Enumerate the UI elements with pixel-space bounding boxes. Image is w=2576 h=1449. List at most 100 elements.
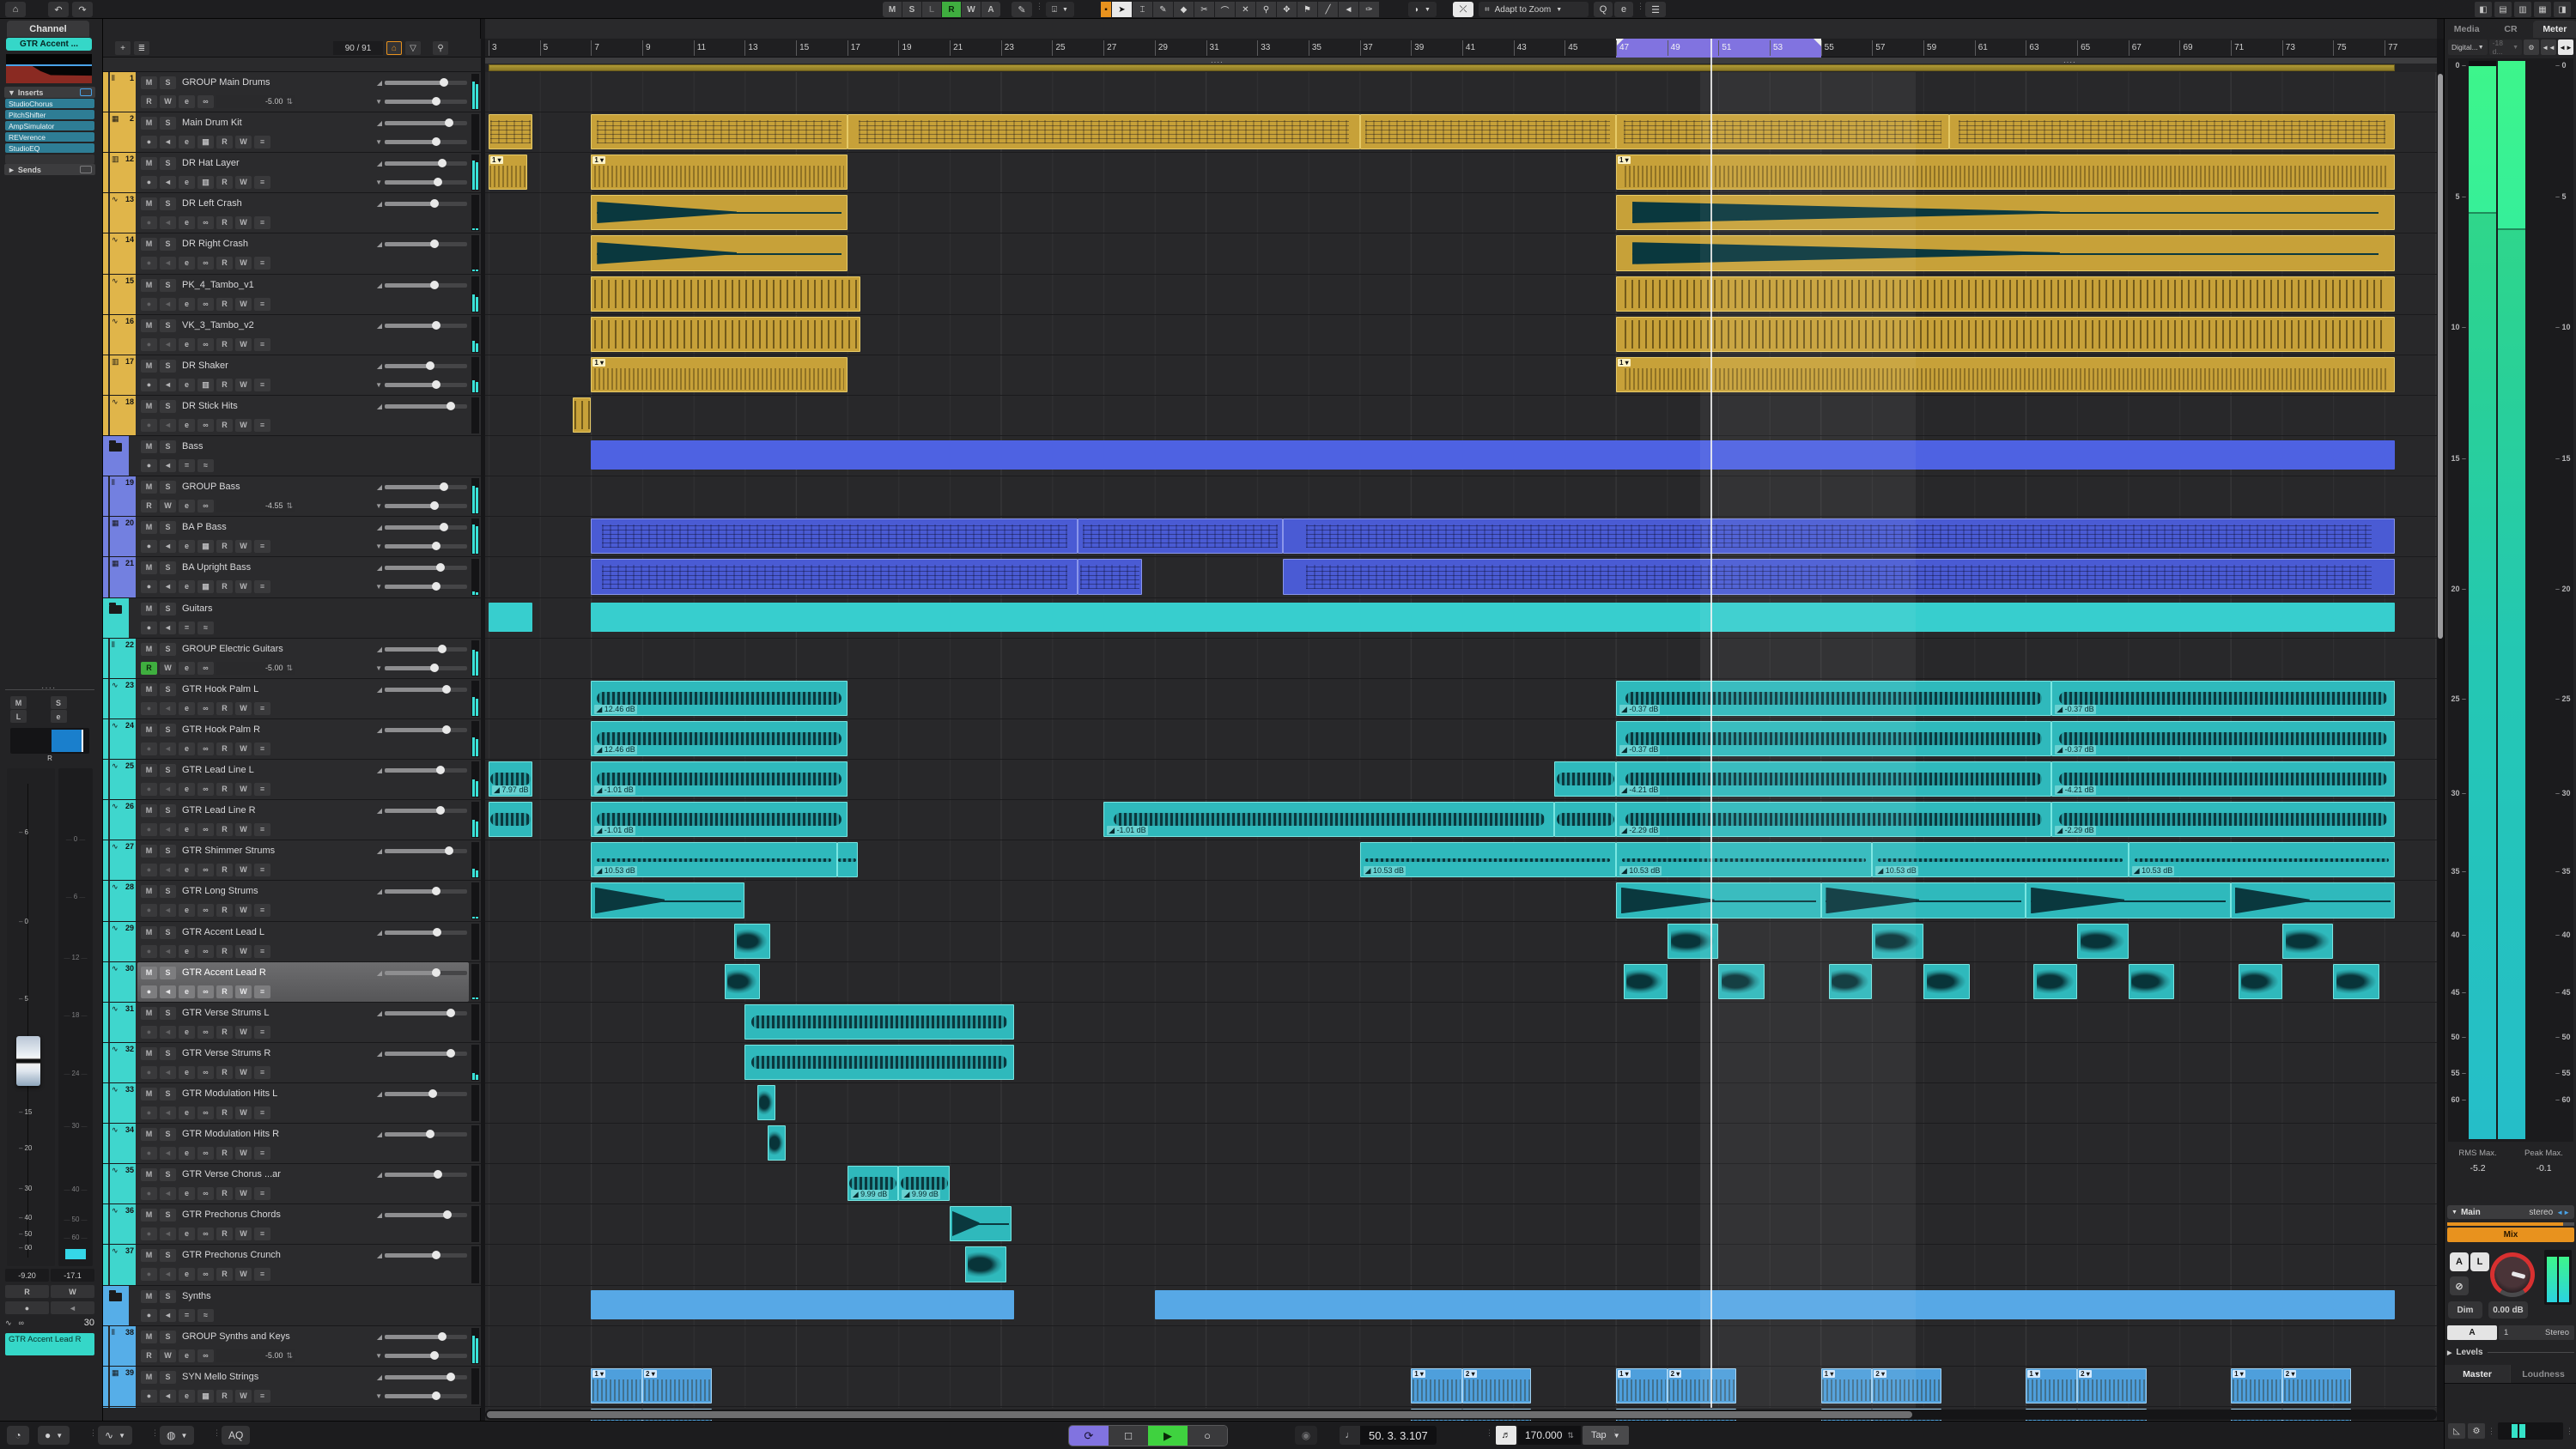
record-enable-button[interactable]: ● bbox=[141, 580, 157, 593]
edit-channel-button[interactable]: e bbox=[179, 945, 195, 958]
lane-display-button[interactable]: ≡ bbox=[254, 298, 270, 311]
bypass-inserts-button[interactable]: ∞ bbox=[197, 1228, 214, 1240]
zoom-tool[interactable]: ⚲ bbox=[1256, 2, 1276, 17]
monitor-button[interactable]: ◄ bbox=[160, 419, 176, 432]
event-clip[interactable]: ◢ 9.99 dB bbox=[898, 1166, 950, 1201]
event-clip[interactable]: 1 ▾ bbox=[591, 357, 847, 392]
solo-button[interactable]: S bbox=[160, 1007, 176, 1020]
event-clip[interactable] bbox=[591, 317, 860, 352]
event-clip[interactable] bbox=[768, 1125, 786, 1161]
channel-e-button[interactable]: e bbox=[51, 710, 67, 723]
volume-slider[interactable] bbox=[385, 647, 467, 652]
read-automation-button[interactable]: R bbox=[216, 783, 233, 796]
write-automation-button[interactable]: W bbox=[235, 419, 252, 432]
record-enable-button[interactable]: ● bbox=[141, 419, 157, 432]
monitor-button[interactable]: ◄ bbox=[160, 338, 176, 351]
loop-number-badge[interactable]: 1 ▾ bbox=[592, 1370, 605, 1378]
bypass-inserts-button[interactable]: ∞ bbox=[197, 1349, 214, 1362]
channel-m-button[interactable]: M bbox=[10, 696, 27, 709]
event-clip[interactable] bbox=[2129, 964, 2175, 999]
lane-display-button[interactable]: ≡ bbox=[254, 702, 270, 715]
channel-tab[interactable]: Channel bbox=[7, 21, 89, 37]
loop-number-badge[interactable]: 1 ▾ bbox=[490, 156, 503, 164]
mute-button[interactable]: M bbox=[141, 360, 157, 373]
solo-button[interactable]: S bbox=[160, 319, 176, 332]
tempo-value[interactable]: 170.000⇅ bbox=[1518, 1426, 1581, 1445]
edit-channel-button[interactable]: e bbox=[179, 1390, 195, 1403]
channel-s-button[interactable]: S bbox=[51, 696, 67, 709]
channel-l-button[interactable]: L bbox=[10, 710, 27, 723]
monitor-button[interactable]: ◄ bbox=[160, 904, 176, 917]
mute-tool[interactable]: ✕ bbox=[1236, 2, 1255, 17]
event-clip[interactable] bbox=[591, 235, 847, 271]
record-enable-button[interactable]: ● bbox=[141, 985, 157, 998]
read-automation-button[interactable]: R bbox=[216, 823, 233, 836]
read-automation-button[interactable]: R bbox=[216, 1268, 233, 1281]
mute-button[interactable]: M bbox=[141, 683, 157, 696]
comp-tool[interactable]: ✑ bbox=[1359, 2, 1379, 17]
solo-button[interactable]: S bbox=[160, 724, 176, 737]
lane-display-button[interactable]: ≡ bbox=[254, 1187, 270, 1200]
horizontal-scrollbar[interactable] bbox=[485, 1410, 2437, 1420]
lane-display-button[interactable]: ≡ bbox=[254, 904, 270, 917]
midi-record-mode-dropdown[interactable]: ◍ ▼ bbox=[160, 1426, 194, 1445]
global-s-button[interactable]: S bbox=[902, 2, 921, 17]
edit-channel-button[interactable]: e bbox=[179, 1106, 195, 1119]
read-automation-button[interactable]: R bbox=[216, 176, 233, 189]
pan-slider[interactable] bbox=[385, 100, 467, 104]
event-clip[interactable]: ◢ -0.37 dB bbox=[2051, 721, 2395, 756]
monitor-button[interactable]: ◄ bbox=[160, 1106, 176, 1119]
edit-channel-button[interactable]: e bbox=[179, 176, 195, 189]
tab-loudness[interactable]: Loudness bbox=[2511, 1365, 2576, 1383]
solo-button[interactable]: S bbox=[160, 1209, 176, 1222]
pan-slider[interactable] bbox=[385, 504, 467, 508]
eq-curve-thumbnail[interactable] bbox=[6, 54, 92, 83]
event-clip[interactable] bbox=[591, 518, 1078, 554]
lane-display-button[interactable]: ≡ bbox=[254, 338, 270, 351]
edit-instrument-button[interactable]: ▦ bbox=[197, 1390, 214, 1403]
record-enable-button[interactable]: ● bbox=[141, 621, 157, 634]
lane-display-button[interactable]: ≡ bbox=[254, 136, 270, 149]
lane-display-button[interactable]: ≡ bbox=[254, 580, 270, 593]
group-editing-button[interactable]: = bbox=[179, 621, 195, 634]
folder-row-synths[interactable]: MSSynths●◄=≈ bbox=[103, 1286, 481, 1326]
monitor-button[interactable]: ◄ bbox=[160, 216, 176, 229]
visibility-agent-button[interactable]: ⌂ bbox=[386, 41, 402, 55]
volume-slider[interactable] bbox=[385, 889, 467, 894]
edit-channel-button[interactable]: e bbox=[179, 216, 195, 229]
edit-instrument-button[interactable]: ▥ bbox=[197, 176, 214, 189]
monitor-button[interactable]: ◄ bbox=[160, 257, 176, 270]
monitor-button[interactable]: ◄ bbox=[160, 298, 176, 311]
main-level-strip[interactable] bbox=[2447, 1222, 2574, 1226]
solo-button[interactable]: S bbox=[160, 279, 176, 292]
grid-type-dropdown[interactable]: ⌗ Adapt to Zoom ▼ bbox=[1479, 2, 1589, 17]
record-enable-button[interactable]: ● bbox=[141, 298, 157, 311]
mute-button[interactable]: M bbox=[141, 1209, 157, 1222]
loop-number-badge[interactable]: 1 ▾ bbox=[1618, 359, 1631, 367]
write-automation-button[interactable]: W bbox=[235, 216, 252, 229]
track-row[interactable]: ▦21MSBA Upright Bass◢●◄e▦RW≡▼ bbox=[103, 557, 481, 598]
track-row[interactable]: ∿15MSPK_4_Tambo_v1◢●◄e∞RW≡ bbox=[103, 275, 481, 315]
event-clip[interactable] bbox=[2033, 964, 2077, 999]
record-enable-button[interactable]: ● bbox=[141, 459, 157, 472]
event-clip[interactable]: ◢ 10.53 dB bbox=[2129, 842, 2395, 877]
write-automation-button[interactable]: W bbox=[160, 95, 176, 108]
edit-channel-button[interactable]: e bbox=[179, 1026, 195, 1039]
dim-button[interactable]: Dim bbox=[2448, 1301, 2482, 1319]
track-row[interactable]: ∿37MSGTR Prechorus Crunch◢●◄e∞RW≡ bbox=[103, 1245, 481, 1286]
solo-button[interactable]: S bbox=[160, 117, 176, 130]
solo-button[interactable]: S bbox=[160, 1290, 176, 1303]
edit-channel-button[interactable]: e bbox=[179, 1228, 195, 1240]
event-clip[interactable] bbox=[591, 440, 2395, 470]
event-clip[interactable]: ◢ -1.01 dB bbox=[591, 802, 847, 837]
mute-button[interactable]: M bbox=[141, 197, 157, 210]
track-row[interactable]: ∿13MSDR Left Crash◢●◄e∞RW≡ bbox=[103, 193, 481, 233]
tab-cr[interactable]: CR bbox=[2488, 21, 2532, 38]
event-clip[interactable] bbox=[744, 1045, 1013, 1080]
lane-display-button[interactable]: ≡ bbox=[254, 945, 270, 958]
volume-slider[interactable] bbox=[385, 931, 467, 935]
vertical-scrollbar[interactable] bbox=[2437, 72, 2444, 1408]
volume-slider[interactable] bbox=[385, 1335, 467, 1339]
write-automation-button[interactable]: W bbox=[235, 1147, 252, 1160]
monitor-button[interactable]: ◄ bbox=[160, 580, 176, 593]
